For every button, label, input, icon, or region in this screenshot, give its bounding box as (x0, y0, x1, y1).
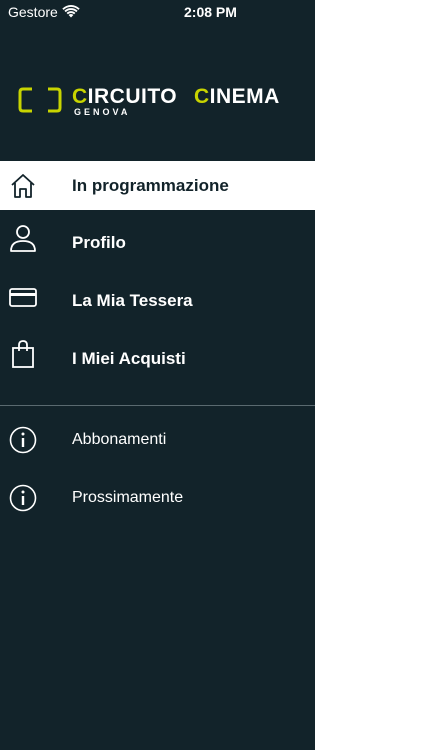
circuito-cinema-logo: CIRCUITO CINEMA GENOVA (18, 85, 298, 117)
logo-subtitle: GENOVA (74, 107, 131, 117)
status-bar: Gestore 2:08 PM (0, 0, 315, 24)
menu-item-la-mia-tessera[interactable]: La Mia Tessera (0, 268, 315, 326)
secondary-menu: Abbonamenti Prossimamente (0, 411, 315, 527)
menu-item-label: I Miei Acquisti (72, 349, 186, 368)
logo-bracket-icon (18, 87, 62, 113)
carrier-label: Gestore (8, 4, 58, 20)
menu-item-label: Abbonamenti (72, 431, 167, 448)
menu-item-i-miei-acquisti[interactable]: I Miei Acquisti (0, 326, 315, 384)
menu-item-label: Profilo (72, 233, 126, 252)
logo-word-cinema: CINEMA (194, 85, 280, 108)
navigation-drawer: Gestore 2:08 PM CIRCUITO CINEMA GENOVA I… (0, 0, 315, 750)
menu-divider (0, 405, 315, 406)
clock: 2:08 PM (184, 4, 237, 20)
logo-word-circuito: CIRCUITO (72, 85, 178, 108)
primary-menu: In programmazione Profilo La Mia Tessera… (0, 161, 315, 384)
card-icon (9, 288, 37, 307)
shopping-bag-icon (12, 340, 34, 368)
user-icon (10, 225, 36, 252)
wifi-icon (62, 5, 80, 18)
content-overlay[interactable] (315, 0, 422, 750)
info-icon (9, 426, 37, 454)
menu-item-in-programmazione[interactable]: In programmazione (0, 161, 315, 210)
home-icon (11, 174, 35, 198)
menu-item-label: La Mia Tessera (72, 291, 193, 310)
menu-item-label: In programmazione (72, 176, 229, 195)
menu-item-label: Prossimamente (72, 489, 184, 506)
menu-item-profilo[interactable]: Profilo (0, 210, 315, 268)
info-icon (9, 484, 37, 512)
menu-item-abbonamenti[interactable]: Abbonamenti (0, 411, 315, 469)
menu-item-prossimamente[interactable]: Prossimamente (0, 469, 315, 527)
